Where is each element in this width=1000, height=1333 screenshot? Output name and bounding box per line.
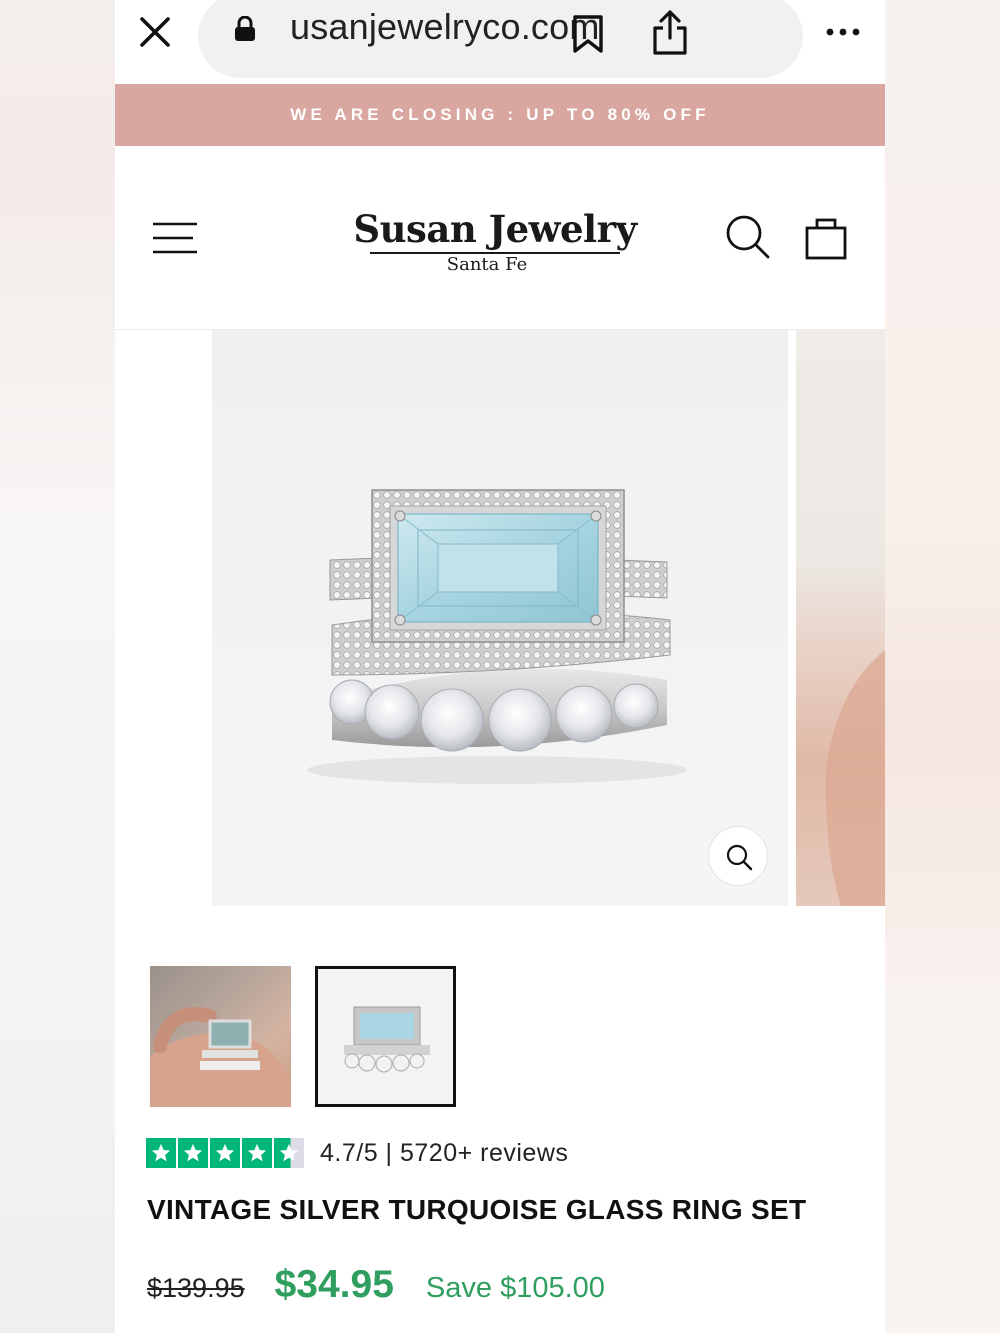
star-icon — [210, 1138, 240, 1168]
hand-photo-illustration — [825, 650, 885, 906]
site-logo[interactable]: Susan Jewelry Santa Fe — [345, 206, 645, 275]
logo-title: Susan Jewelry — [353, 207, 637, 251]
url-text: usanjewelryco.com — [290, 6, 600, 47]
product-gallery — [115, 330, 885, 906]
star-icon — [146, 1138, 176, 1168]
star-half-icon — [274, 1138, 304, 1168]
share-icon[interactable] — [650, 10, 690, 56]
product-main-image[interactable] — [212, 330, 788, 906]
site-header: Susan Jewelry Santa Fe — [115, 146, 885, 330]
close-icon[interactable] — [137, 14, 173, 50]
star-icon — [242, 1138, 272, 1168]
product-next-image[interactable] — [796, 330, 885, 906]
original-price: $139.95 — [147, 1273, 245, 1303]
promo-text: WE ARE CLOSING : UP TO 80% OFF — [290, 105, 710, 124]
search-icon[interactable] — [725, 214, 771, 260]
bookmark-icon[interactable] — [570, 14, 606, 54]
logo-subtitle: Santa Fe — [446, 254, 528, 275]
background-left — [0, 0, 115, 1333]
address-bar[interactable]: usanjewelryco.com — [198, 0, 803, 78]
phone-screen: usanjewelryco.com WE ARE CLOSING : UP TO… — [115, 0, 885, 1333]
more-options-icon[interactable] — [823, 24, 863, 40]
hamburger-menu-icon[interactable] — [151, 220, 199, 256]
zoom-button[interactable] — [708, 826, 768, 886]
thumbnail-hand-image — [150, 1007, 291, 1107]
star-icon — [178, 1138, 208, 1168]
trustpilot-rating[interactable]: 4.7/5 | 5720+ reviews — [146, 1138, 568, 1168]
background-right — [885, 0, 1000, 1333]
savings-text: Save $105.00 — [425, 1272, 605, 1304]
product-title: VINTAGE SILVER TURQUOISE GLASS RING SET — [147, 1194, 807, 1225]
thumbnail-2-selected[interactable] — [315, 966, 456, 1107]
thumbnail-ring-image — [344, 1006, 430, 1073]
thumbnail-1[interactable] — [150, 966, 291, 1107]
magnifier-icon — [726, 844, 753, 871]
rating-summary: 4.7/5 | 5720+ reviews — [320, 1138, 569, 1167]
ring-set-illustration — [307, 489, 687, 784]
sale-price: $34.95 — [274, 1263, 394, 1306]
star-rating — [146, 1138, 304, 1168]
price-row: $139.95 $34.95 Save $105.00 — [147, 1263, 605, 1313]
browser-toolbar: usanjewelryco.com — [115, 0, 885, 84]
lock-icon — [234, 15, 256, 42]
promo-banner[interactable]: WE ARE CLOSING : UP TO 80% OFF — [115, 84, 885, 146]
shopping-bag-icon[interactable] — [805, 214, 847, 260]
